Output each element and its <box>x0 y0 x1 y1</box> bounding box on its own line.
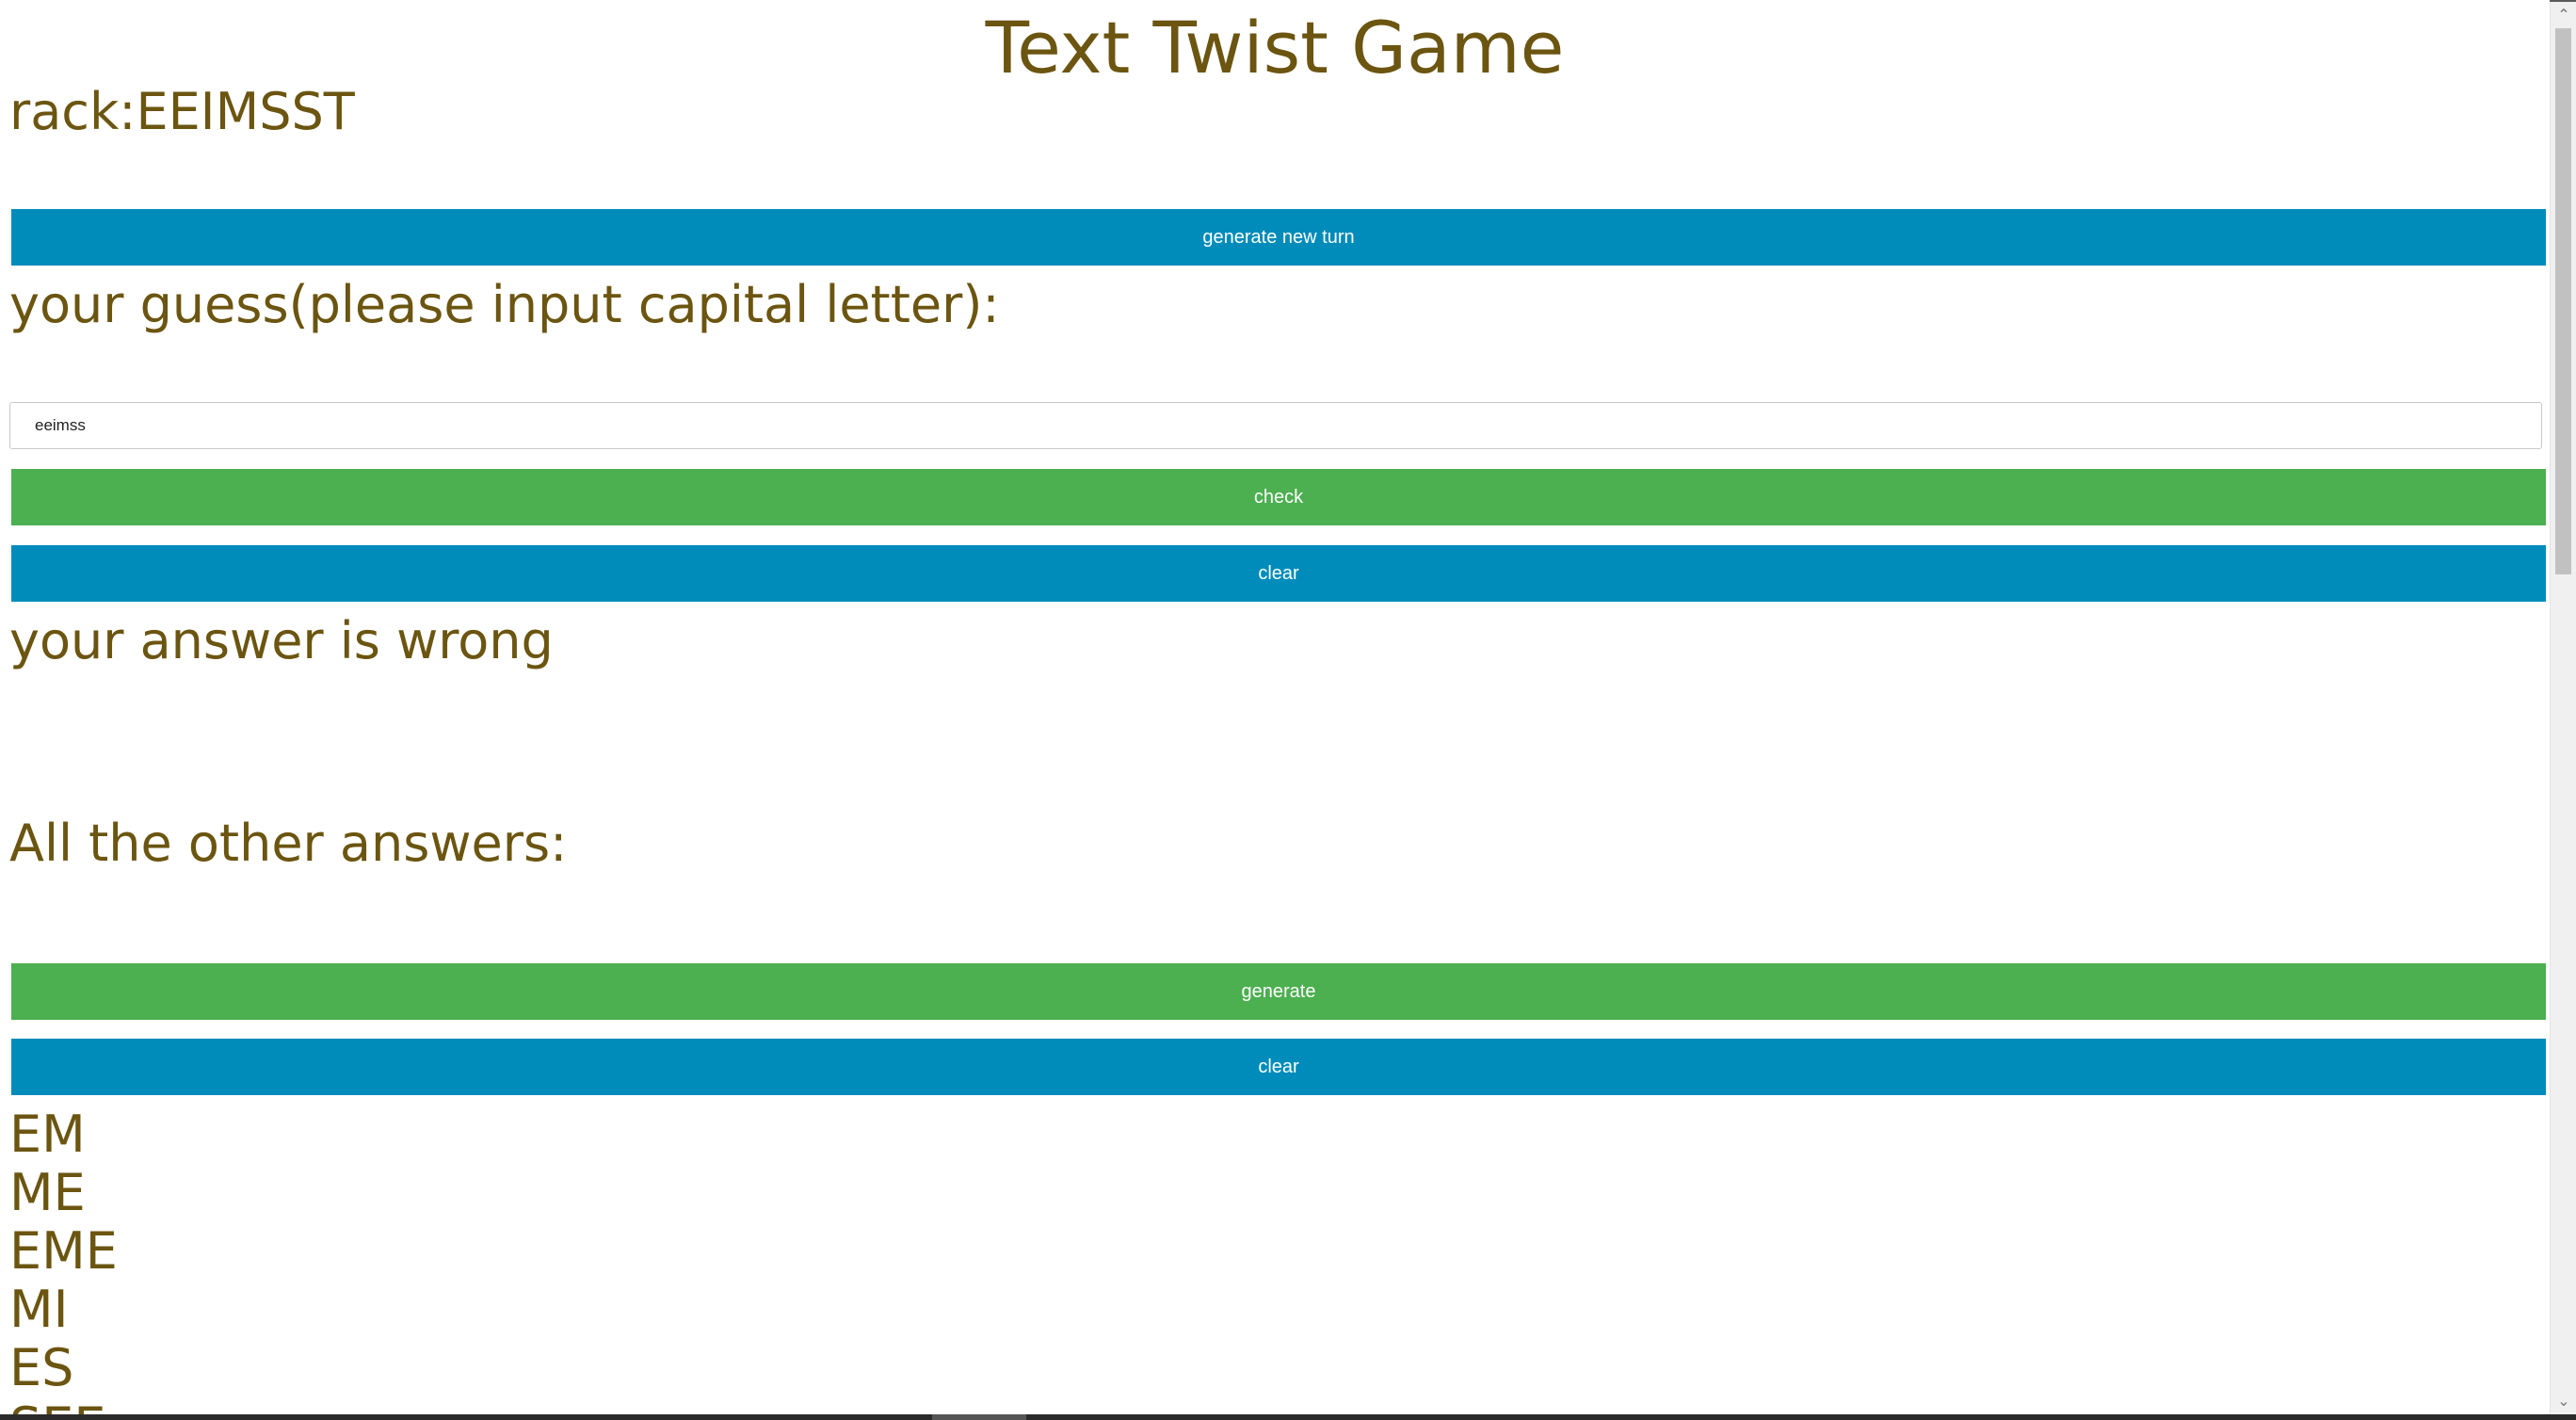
page-content: Text Twist Game rack:EEIMSST generate ne… <box>0 0 2550 1414</box>
window-bottom-border <box>0 1414 2576 1420</box>
chevron-up-icon[interactable]: ⌃ <box>2551 2 2576 28</box>
other-answers-label: All the other answers: <box>9 814 568 873</box>
scrollbar-thumb[interactable] <box>2555 28 2571 574</box>
answer-item: SEE <box>9 1397 118 1415</box>
chevron-down-icon[interactable]: ⌄ <box>2551 1388 2576 1414</box>
answers-list: EM ME EME MI ES SEE <box>9 1105 118 1415</box>
clear-answers-button[interactable]: clear <box>11 1039 2546 1095</box>
clear-guess-button[interactable]: clear <box>11 545 2546 602</box>
answer-item: EM <box>9 1105 86 1164</box>
answer-item: MI <box>9 1280 69 1339</box>
guess-label: your guess(please input capital letter): <box>9 275 1000 334</box>
answer-item: ES <box>9 1338 74 1397</box>
check-button[interactable]: check <box>11 469 2546 525</box>
vertical-scrollbar[interactable]: ⌃ ⌄ <box>2550 2 2576 1414</box>
guess-input[interactable] <box>9 402 2542 449</box>
generate-answers-button[interactable]: generate <box>11 963 2546 1020</box>
answer-item: EME <box>9 1221 118 1281</box>
answer-item: ME <box>9 1163 86 1222</box>
taskbar-segment <box>932 1414 1026 1420</box>
page-title: Text Twist Game <box>985 6 1565 89</box>
generate-new-turn-button[interactable]: generate new turn <box>11 209 2546 266</box>
rack-display: rack:EEIMSST <box>9 82 355 141</box>
result-message: your answer is wrong <box>9 611 554 670</box>
